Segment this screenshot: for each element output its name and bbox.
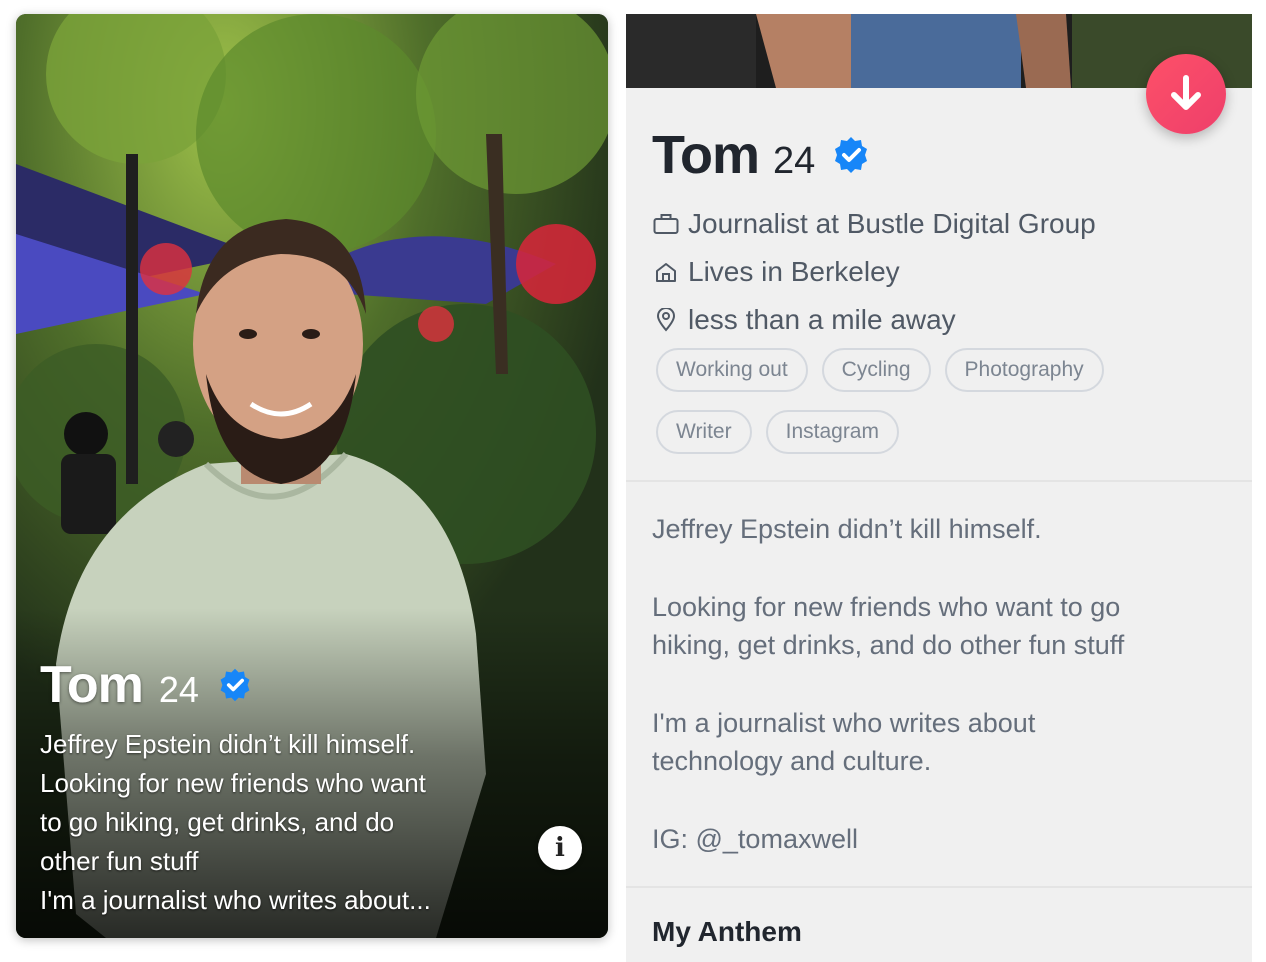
card-name-row: Tom 24 <box>40 655 508 715</box>
interest-tag: Instagram <box>765 410 899 454</box>
bio-paragraph: IG: @_tomaxwell <box>652 824 858 854</box>
location-pin-icon <box>652 306 680 334</box>
fact-job: Journalist at Bustle Digital Group <box>652 200 1096 248</box>
interests-row: Writer Instagram <box>656 410 1216 454</box>
bio-paragraph: Jeffrey Epstein didn’t kill himself. <box>652 514 1042 544</box>
briefcase-icon <box>652 210 680 238</box>
card-bio: Jeffrey Epstein didn’t kill himself. Loo… <box>40 725 508 920</box>
interest-tag: Cycling <box>821 348 931 392</box>
section-divider <box>626 480 1252 482</box>
profile-name: Tom <box>652 125 760 185</box>
collapse-profile-button[interactable] <box>1146 54 1226 134</box>
card-bio-line: Jeffrey Epstein didn’t kill himself. <box>40 729 416 759</box>
card-bio-line: I'm a journalist who writes about... <box>40 885 431 915</box>
verified-badge-icon <box>220 668 250 702</box>
fact-job-text: Journalist at Bustle Digital Group <box>688 208 1096 239</box>
card-bio-line: other fun stuff <box>40 846 199 876</box>
interest-tag: Writer <box>656 410 752 454</box>
arrow-down-icon <box>1171 75 1201 110</box>
fact-home: Lives in Berkeley <box>652 248 1096 296</box>
card-bio-line: Looking for new friends who want <box>40 768 426 798</box>
interest-tag: Working out <box>656 348 808 392</box>
info-icon[interactable]: i <box>538 826 582 870</box>
verified-badge-icon <box>835 137 868 173</box>
card-age: 24 <box>158 669 199 710</box>
fact-distance-text: less than a mile away <box>688 304 956 335</box>
profile-bio: Jeffrey Epstein didn’t kill himself. Loo… <box>652 510 1232 898</box>
card-info: Tom 24 Jeffrey Epstein didn’t kill himse… <box>40 655 508 920</box>
profile-facts: Journalist at Bustle Digital Group Lives… <box>652 200 1096 344</box>
card-name: Tom <box>40 656 144 714</box>
profile-header: Tom 24 <box>652 124 871 186</box>
profile-details-panel: Tom 24 Journalist at Bustle Digital Grou… <box>626 14 1252 962</box>
bio-paragraph: Looking for new friends who want to go h… <box>652 592 1125 660</box>
interests-row: Working out Cycling Photography <box>656 348 1216 392</box>
profile-card[interactable]: Tom 24 Jeffrey Epstein didn’t kill himse… <box>16 14 608 938</box>
fact-distance: less than a mile away <box>652 296 1096 344</box>
anthem-heading: My Anthem <box>652 916 802 947</box>
bio-paragraph: I'm a journalist who writes about techno… <box>652 708 1036 776</box>
section-divider <box>626 886 1252 888</box>
interests: Working out Cycling Photography Writer I… <box>656 348 1216 472</box>
card-bio-line: to go hiking, get drinks, and do <box>40 807 395 837</box>
home-icon <box>652 258 680 286</box>
interest-tag: Photography <box>944 348 1104 392</box>
fact-home-text: Lives in Berkeley <box>688 256 900 287</box>
profile-age: 24 <box>772 140 816 182</box>
